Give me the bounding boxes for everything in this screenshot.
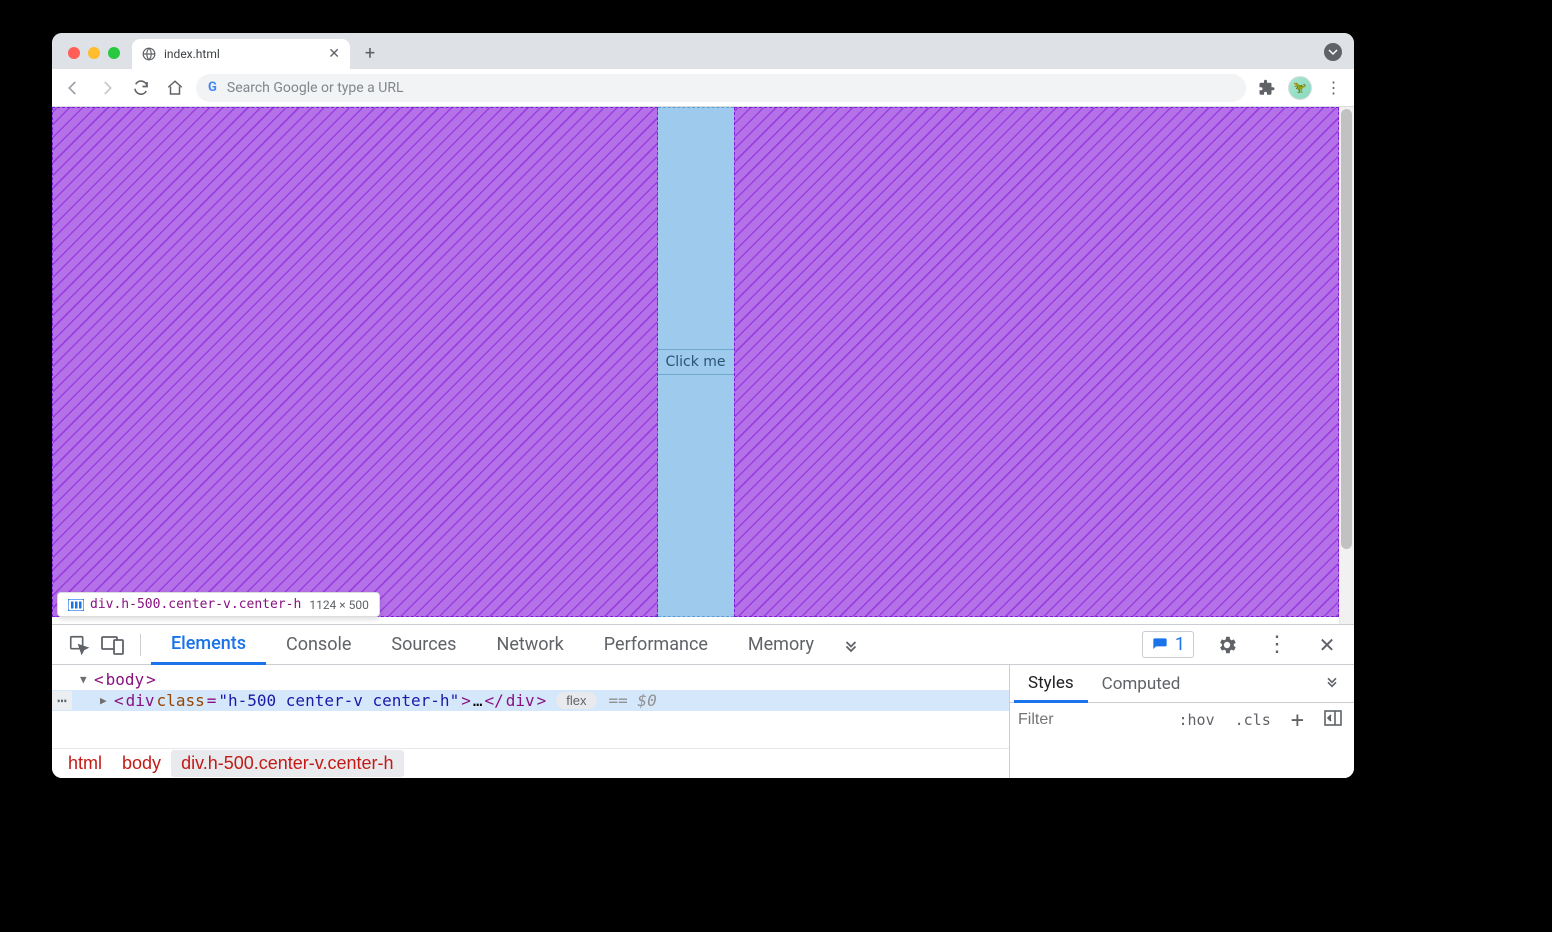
dom-gutter-icon[interactable]: ⋯ bbox=[52, 691, 72, 710]
tab-elements[interactable]: Elements bbox=[151, 626, 266, 665]
flex-item-highlight: Click me bbox=[658, 107, 734, 617]
address-bar[interactable]: G Search Google or type a URL bbox=[196, 74, 1246, 102]
window-controls bbox=[62, 47, 126, 69]
toggle-sidebar-button[interactable] bbox=[1320, 710, 1346, 730]
browser-tab[interactable]: index.html ✕ bbox=[132, 39, 350, 69]
tab-overflow-button[interactable] bbox=[1324, 43, 1342, 61]
dom-node-body[interactable]: ▼<body> bbox=[52, 669, 1009, 690]
page-content: Click me div.h-500.center-v.center-h 112… bbox=[52, 107, 1339, 624]
tab-network[interactable]: Network bbox=[476, 625, 583, 664]
page-viewport: Click me div.h-500.center-v.center-h 112… bbox=[52, 107, 1354, 624]
devtools-tabbar: Elements Console Sources Network Perform… bbox=[52, 625, 1354, 665]
titlebar: index.html ✕ + bbox=[52, 33, 1354, 69]
devtools-menu-button[interactable]: ⋮ bbox=[1260, 628, 1294, 662]
expand-icon[interactable]: ▶ bbox=[100, 694, 112, 707]
new-tab-button[interactable]: + bbox=[356, 39, 384, 67]
click-me-button[interactable]: Click me bbox=[658, 349, 734, 375]
tab-styles[interactable]: Styles bbox=[1014, 666, 1088, 703]
maximize-window-button[interactable] bbox=[108, 47, 120, 59]
forward-button[interactable] bbox=[94, 75, 120, 101]
styles-panel: Styles Computed :hov .cls + bbox=[1009, 665, 1354, 778]
flex-badge[interactable]: flex bbox=[556, 692, 596, 709]
tooltip-dimensions: 1124 × 500 bbox=[309, 598, 369, 612]
element-tooltip: div.h-500.center-v.center-h 1124 × 500 bbox=[57, 592, 380, 617]
inspected-flex-container: Click me bbox=[52, 107, 1339, 617]
tab-computed[interactable]: Computed bbox=[1088, 665, 1195, 702]
styles-toolbar: :hov .cls + bbox=[1010, 703, 1354, 737]
scrollbar-track[interactable] bbox=[1339, 107, 1354, 624]
flex-free-space-right bbox=[734, 107, 1340, 617]
styles-tabs-overflow[interactable] bbox=[1314, 673, 1350, 694]
flex-free-space-left bbox=[52, 107, 658, 617]
crumb-div[interactable]: div.h-500.center-v.center-h bbox=[171, 750, 403, 777]
dom-class-value: h-500 center-v center-h bbox=[228, 691, 450, 710]
expand-icon[interactable]: ▼ bbox=[80, 673, 92, 686]
back-button[interactable] bbox=[60, 75, 86, 101]
inspect-element-button[interactable] bbox=[62, 628, 96, 662]
dom-breadcrumbs: html body div.h-500.center-v.center-h bbox=[52, 748, 1009, 778]
browser-toolbar: G Search Google or type a URL 🦖 ⋮ bbox=[52, 69, 1354, 107]
device-toolbar-button[interactable] bbox=[96, 628, 130, 662]
devtools-settings-button[interactable] bbox=[1210, 628, 1244, 662]
crumb-html[interactable]: html bbox=[58, 750, 112, 777]
devtools-body: ▼<body> ⋯ ▶<div class="h-500 center-v ce… bbox=[52, 665, 1354, 778]
extensions-button[interactable] bbox=[1254, 75, 1280, 101]
console-reference: == $0 bbox=[609, 691, 657, 710]
tab-title: index.html bbox=[164, 47, 220, 61]
omnibox-placeholder: Search Google or type a URL bbox=[227, 80, 404, 96]
issues-badge[interactable]: 1 bbox=[1142, 631, 1194, 658]
divider bbox=[140, 634, 141, 656]
google-icon: G bbox=[208, 80, 217, 95]
tab-performance[interactable]: Performance bbox=[584, 625, 728, 664]
tab-sources[interactable]: Sources bbox=[371, 625, 476, 664]
browser-window: index.html ✕ + G Search Google or type a… bbox=[52, 33, 1354, 778]
dom-tree[interactable]: ▼<body> ⋯ ▶<div class="h-500 center-v ce… bbox=[52, 665, 1009, 748]
reload-button[interactable] bbox=[128, 75, 154, 101]
close-window-button[interactable] bbox=[68, 47, 80, 59]
dom-panel: ▼<body> ⋯ ▶<div class="h-500 center-v ce… bbox=[52, 665, 1009, 778]
devtools-panel: Elements Console Sources Network Perform… bbox=[52, 624, 1354, 778]
hov-button[interactable]: :hov bbox=[1175, 711, 1219, 729]
tab-memory[interactable]: Memory bbox=[728, 625, 834, 664]
minimize-window-button[interactable] bbox=[88, 47, 100, 59]
scrollbar-thumb[interactable] bbox=[1341, 109, 1352, 549]
globe-icon bbox=[142, 47, 156, 61]
browser-menu-button[interactable]: ⋮ bbox=[1320, 75, 1346, 101]
tooltip-selector: div.h-500.center-v.center-h bbox=[90, 597, 301, 612]
flex-badge-icon bbox=[68, 599, 82, 611]
tab-console[interactable]: Console bbox=[266, 625, 371, 664]
issue-count: 1 bbox=[1175, 634, 1185, 655]
tabs-overflow-button[interactable] bbox=[834, 628, 868, 662]
dom-node-div-selected[interactable]: ⋯ ▶<div class="h-500 center-v center-h">… bbox=[52, 690, 1009, 711]
crumb-body[interactable]: body bbox=[112, 750, 171, 777]
home-button[interactable] bbox=[162, 75, 188, 101]
devtools-close-button[interactable]: ✕ bbox=[1310, 628, 1344, 662]
close-tab-icon[interactable]: ✕ bbox=[328, 46, 340, 62]
styles-filter-input[interactable] bbox=[1018, 711, 1163, 729]
profile-avatar[interactable]: 🦖 bbox=[1288, 76, 1312, 100]
new-style-rule-button[interactable]: + bbox=[1287, 708, 1308, 733]
cls-button[interactable]: .cls bbox=[1231, 711, 1275, 729]
styles-tabs: Styles Computed bbox=[1010, 665, 1354, 703]
